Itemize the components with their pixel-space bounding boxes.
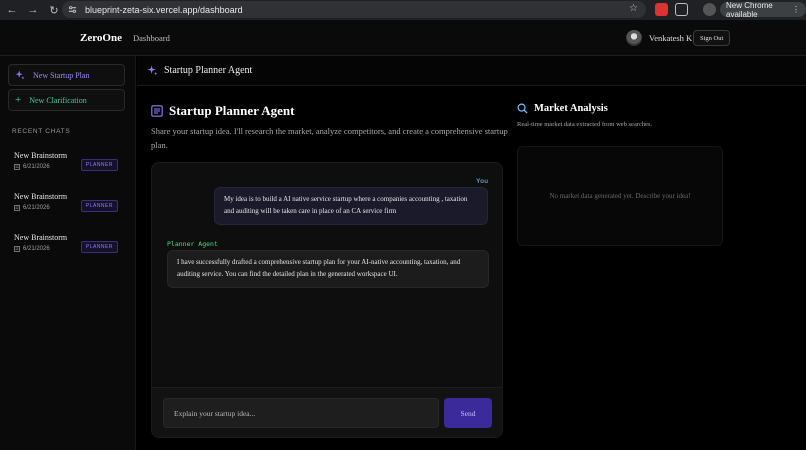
market-empty-state: No market data generated yet. Describe y… bbox=[549, 192, 691, 200]
document-icon bbox=[14, 205, 20, 211]
chrome-update-button[interactable]: New Chrome available ⋮ bbox=[720, 0, 806, 19]
market-analysis-title-row: Market Analysis bbox=[517, 103, 608, 114]
new-startup-plan-label: New Startup Plan bbox=[33, 70, 90, 80]
forward-icon[interactable]: → bbox=[24, 1, 42, 19]
user-message-bubble: My idea is to build a AI native service … bbox=[214, 187, 488, 225]
user-name: Venkatesh K bbox=[649, 33, 693, 43]
sparkles-icon bbox=[15, 70, 25, 80]
site-info-icon[interactable] bbox=[68, 5, 77, 14]
new-startup-plan-button[interactable]: New Startup Plan bbox=[8, 64, 125, 86]
chat-date: 6/21/2026 bbox=[23, 164, 50, 170]
chat-date: 6/21/2026 bbox=[23, 205, 50, 211]
message-square-icon bbox=[151, 105, 163, 117]
page-title: Startup Planner Agent bbox=[169, 103, 295, 118]
new-clarification-label: New Clarification bbox=[29, 95, 87, 105]
reload-icon[interactable]: ↻ bbox=[45, 1, 63, 19]
recent-chats-heading: RECENT CHATS bbox=[12, 128, 71, 135]
profile-avatar-icon[interactable] bbox=[703, 3, 716, 16]
sidebar: New Startup Plan + New Clarification REC… bbox=[0, 56, 136, 450]
kebab-menu-icon: ⋮ bbox=[792, 5, 800, 14]
app-logo[interactable]: ZeroOne bbox=[80, 32, 122, 44]
main-header-title: Startup Planner Agent bbox=[164, 65, 253, 76]
market-analysis-subtitle: Real-time market data extracted from web… bbox=[517, 121, 653, 128]
document-icon bbox=[14, 246, 20, 252]
extension-icon[interactable] bbox=[655, 3, 668, 16]
url-text: blueprint-zeta-six.vercel.app/dashboard bbox=[85, 4, 243, 15]
agent-message-bubble: I have successfully drafted a comprehens… bbox=[167, 250, 489, 288]
plus-icon: + bbox=[15, 94, 22, 106]
app-header: ZeroOne Dashboard Venkatesh K Sign Out bbox=[0, 20, 806, 56]
agent-description: Share your startup idea. I'll research t… bbox=[151, 126, 508, 150]
chat-list-item[interactable]: New Brainstorm 6/21/2026 PLANNER bbox=[14, 233, 124, 263]
chat-list-item[interactable]: New Brainstorm 6/21/2026 PLANNER bbox=[14, 192, 124, 222]
user-avatar[interactable] bbox=[626, 30, 642, 46]
main-header: Startup Planner Agent bbox=[137, 56, 806, 86]
back-icon[interactable]: ← bbox=[3, 1, 21, 19]
send-button[interactable]: Send bbox=[444, 398, 492, 428]
search-icon bbox=[517, 103, 528, 114]
address-bar[interactable]: blueprint-zeta-six.vercel.app/dashboard … bbox=[62, 1, 646, 18]
new-clarification-button[interactable]: + New Clarification bbox=[8, 89, 125, 111]
sparkles-icon bbox=[147, 65, 158, 76]
nav-dashboard-link[interactable]: Dashboard bbox=[133, 33, 170, 43]
extensions-puzzle-icon[interactable] bbox=[675, 3, 688, 16]
chat-date: 6/21/2026 bbox=[23, 246, 50, 252]
market-data-panel: No market data generated yet. Describe y… bbox=[517, 146, 723, 246]
agent-title-row: Startup Planner Agent bbox=[151, 103, 294, 119]
agent-message-label: Planner Agent bbox=[167, 240, 218, 248]
chat-type-badge: PLANNER bbox=[80, 200, 118, 212]
chrome-update-label: New Chrome available bbox=[726, 0, 773, 19]
user-message-label: You bbox=[476, 177, 488, 185]
chat-list-item[interactable]: New Brainstorm 6/21/2026 PLANNER bbox=[14, 151, 124, 181]
chat-type-badge: PLANNER bbox=[80, 159, 118, 171]
startup-idea-input[interactable] bbox=[163, 398, 439, 428]
market-analysis-title: Market Analysis bbox=[534, 103, 608, 114]
bookmark-star-icon[interactable]: ☆ bbox=[629, 3, 638, 14]
sign-out-button[interactable]: Sign Out bbox=[693, 30, 731, 46]
chat-type-badge: PLANNER bbox=[80, 241, 118, 253]
chat-composer: Send bbox=[152, 387, 502, 437]
chat-panel: You My idea is to build a AI native serv… bbox=[151, 162, 503, 438]
document-icon bbox=[14, 164, 20, 170]
browser-toolbar: ← → ↻ blueprint-zeta-six.vercel.app/dash… bbox=[0, 0, 806, 20]
